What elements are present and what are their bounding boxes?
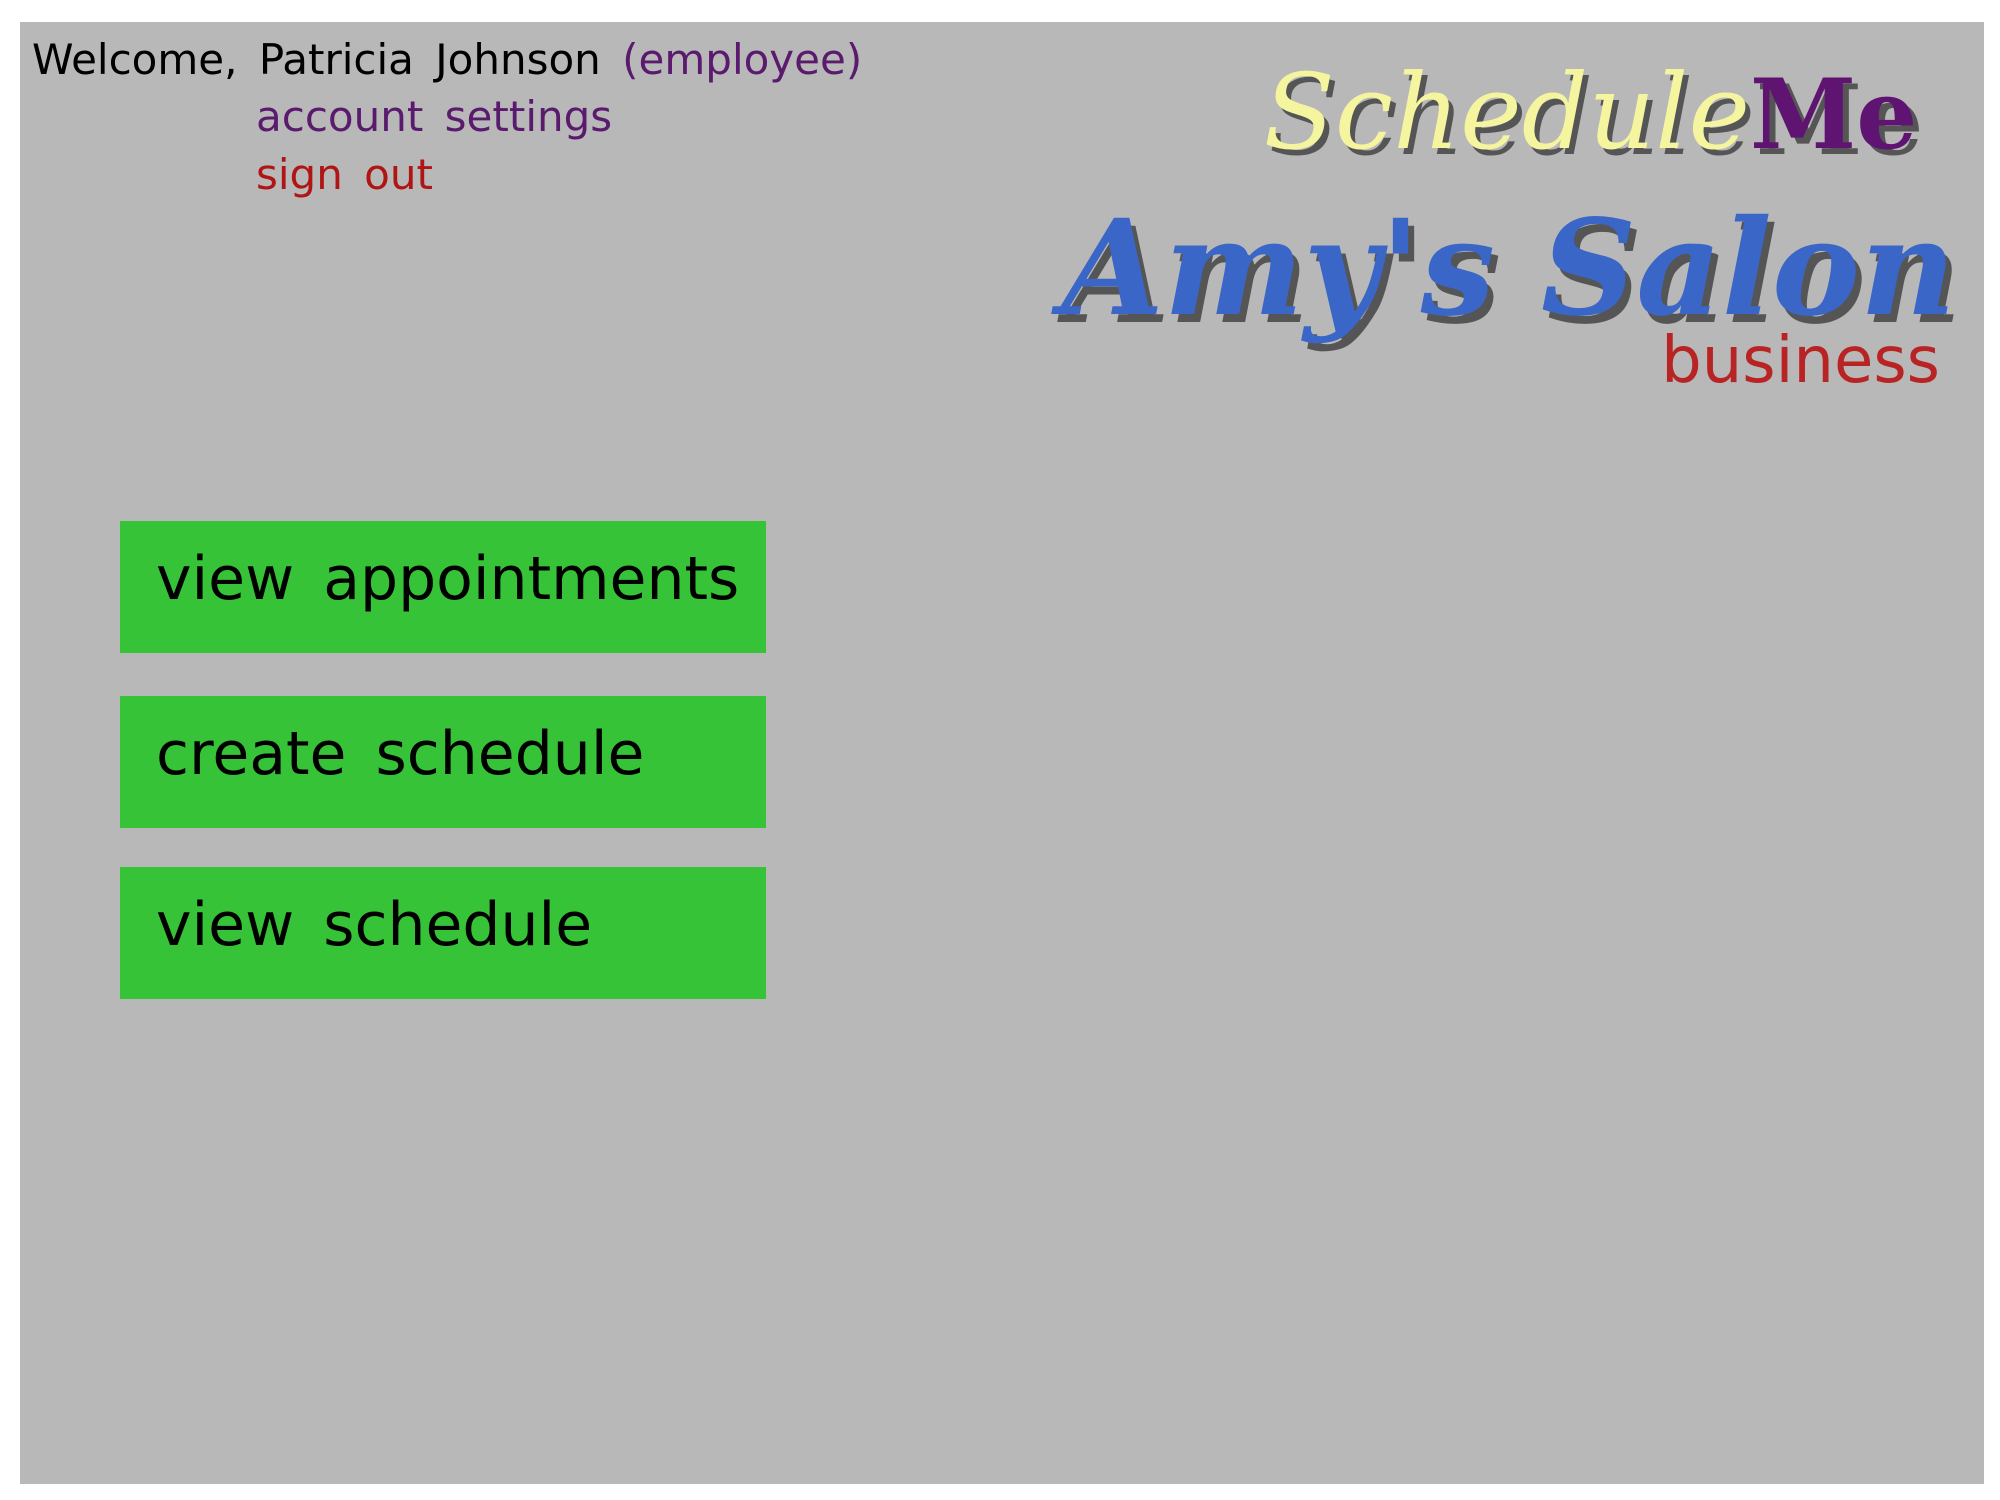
create-schedule-label: create schedule <box>156 719 645 789</box>
sign-out-link[interactable]: sign out <box>256 147 433 203</box>
welcome-message: Welcome, Patricia Johnson (employee) <box>32 32 862 88</box>
view-schedule-button[interactable]: view schedule <box>120 867 766 999</box>
view-schedule-label: view schedule <box>156 890 593 960</box>
app-name-logo: Schedule Schedule Me Me <box>1264 51 1924 179</box>
logo-graphic: Schedule Schedule Me Me Amy's Salon Amy'… <box>1051 51 1962 398</box>
logo: Schedule Schedule Me Me Amy's Salon Amy'… <box>1051 51 1980 418</box>
account-type-label: business <box>1661 324 1940 398</box>
business-name: Amy's Salon <box>1051 191 1956 346</box>
account-settings-link[interactable]: account settings <box>256 89 612 145</box>
app-name-part1: Schedule <box>1264 51 1750 173</box>
app-name-part2: Me <box>1750 58 1917 171</box>
view-appointments-label: view appointments <box>156 544 740 614</box>
view-appointments-button[interactable]: view appointments <box>120 521 766 653</box>
create-schedule-button[interactable]: create schedule <box>120 696 766 828</box>
welcome-text: Welcome, Patricia Johnson <box>32 35 601 84</box>
app-canvas: Welcome, Patricia Johnson (employee) acc… <box>20 22 1984 1484</box>
user-role: (employee) <box>622 35 863 84</box>
